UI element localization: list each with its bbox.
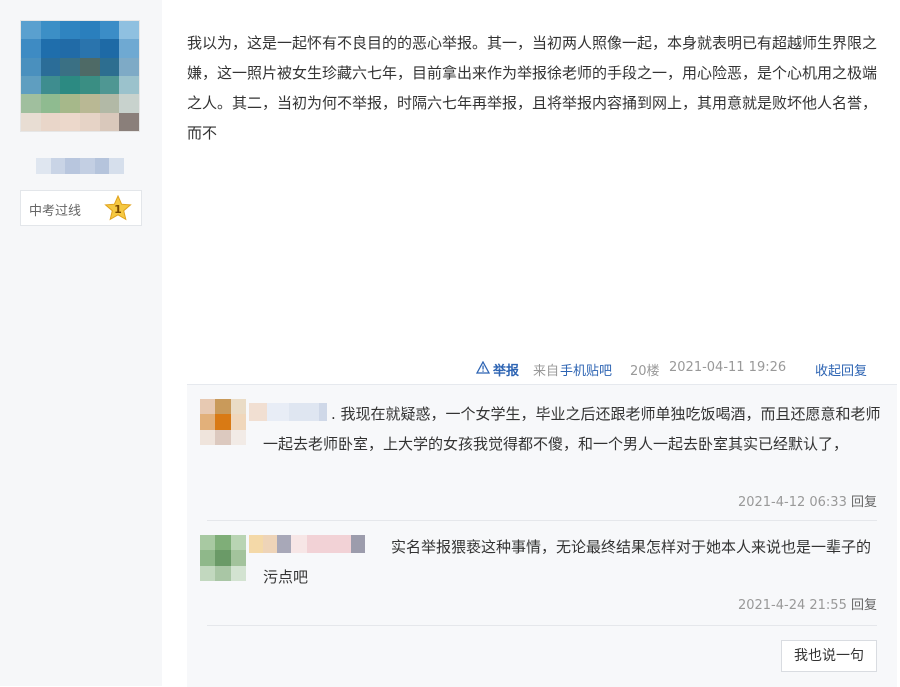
- level-name: 中考过线: [29, 204, 82, 219]
- add-comment-button[interactable]: 我也说一句: [781, 640, 877, 672]
- warning-icon[interactable]: [476, 361, 490, 374]
- reply-avatar[interactable]: [200, 535, 246, 581]
- reply-time: 2021-4-12 06:33: [737, 495, 847, 510]
- author-sidebar: 中考过线 1: [0, 0, 162, 686]
- report-link[interactable]: 举报: [493, 360, 519, 379]
- post-content: 我以为，这是一起怀有不良目的的恶心举报。其一，当初两人照像一起，本身就表明已有超…: [187, 34, 878, 142]
- post-meta-bar: 举报 来自 手机贴吧 20楼 2021-04-11 19:26 收起回复: [187, 352, 897, 384]
- author-avatar[interactable]: [20, 20, 140, 132]
- reply-divider: [207, 625, 877, 626]
- reply-avatar[interactable]: [200, 399, 246, 445]
- reply-divider: [207, 520, 877, 521]
- reply-text: . 我现在就疑惑，一个女学生，毕业之后还跟老师单独吃饭喝酒，而且还愿意和老师一起…: [263, 405, 881, 453]
- level-badge: 中考过线 1: [20, 190, 142, 226]
- reply-time: 2021-4-24 21:55: [737, 598, 847, 613]
- source-prefix: 来自: [533, 364, 560, 379]
- author-name-blurred[interactable]: [36, 158, 124, 174]
- reply-button[interactable]: 回复: [851, 495, 877, 510]
- floor-number: 20楼: [630, 364, 660, 379]
- reply-list: . 我现在就疑惑，一个女学生，毕业之后还跟老师单独吃饭喝酒，而且还愿意和老师一起…: [187, 384, 897, 687]
- reply-button[interactable]: 回复: [851, 598, 877, 613]
- level-number: 1: [114, 203, 122, 216]
- reply-meta: 2021-4-12 06:33 回复: [738, 491, 877, 510]
- reply-meta: 2021-4-24 21:55 回复: [738, 594, 877, 613]
- source-link[interactable]: 手机贴吧: [560, 360, 612, 379]
- post-timestamp: 2021-04-11 19:26: [669, 360, 787, 375]
- collapse-replies-link[interactable]: 收起回复: [815, 360, 867, 379]
- reply-text: 实名举报猥亵这种事情，无论最终结果怎样对于她本人来说也是一辈子的污点吧: [263, 538, 872, 586]
- star-icon: 1: [104, 195, 132, 221]
